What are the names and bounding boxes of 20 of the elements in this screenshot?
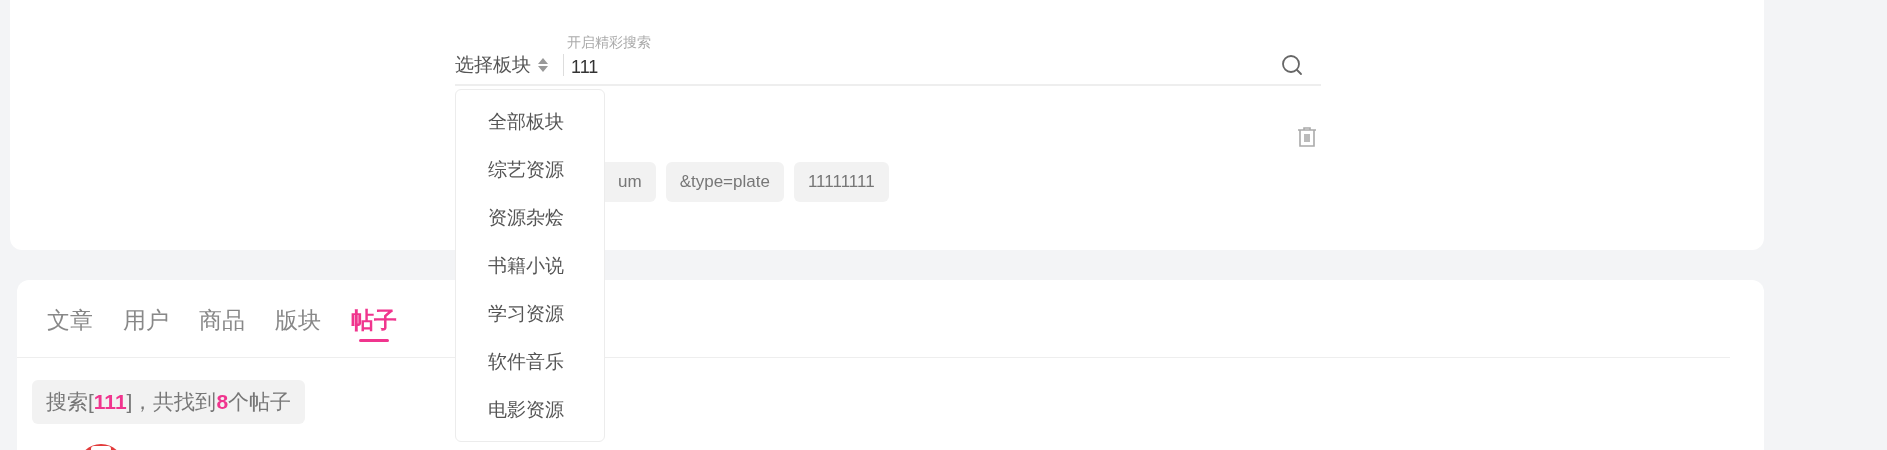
sort-icon [537,57,549,73]
tab[interactable]: 帖子 [347,302,401,348]
menu-item[interactable]: 资源杂烩 [456,200,604,248]
tab[interactable]: 商品 [195,302,249,348]
tab[interactable]: 文章 [43,302,97,348]
plate-select[interactable]: 选择板块 [455,52,549,84]
history-tag[interactable]: &type=plate [665,162,784,202]
tab[interactable]: 版块 [271,302,325,348]
search-label: 开启精彩搜索 [567,34,651,52]
search-icon[interactable] [1281,54,1303,76]
menu-item[interactable]: 全部板块 [456,104,604,152]
menu-item[interactable]: 学习资源 [456,296,604,344]
tab[interactable]: 用户 [119,302,173,348]
menu-item[interactable]: 软件音乐 [456,344,604,392]
menu-item[interactable]: 电影资源 [456,392,604,440]
history-tag[interactable]: 11111111 [793,162,889,202]
result-summary: 搜索[111]，共找到8个帖子 [32,380,306,424]
menu-item[interactable]: 综艺资源 [456,152,604,200]
search-field[interactable]: 111 [571,57,1281,84]
menu-item[interactable]: 书籍小说 [456,248,604,296]
